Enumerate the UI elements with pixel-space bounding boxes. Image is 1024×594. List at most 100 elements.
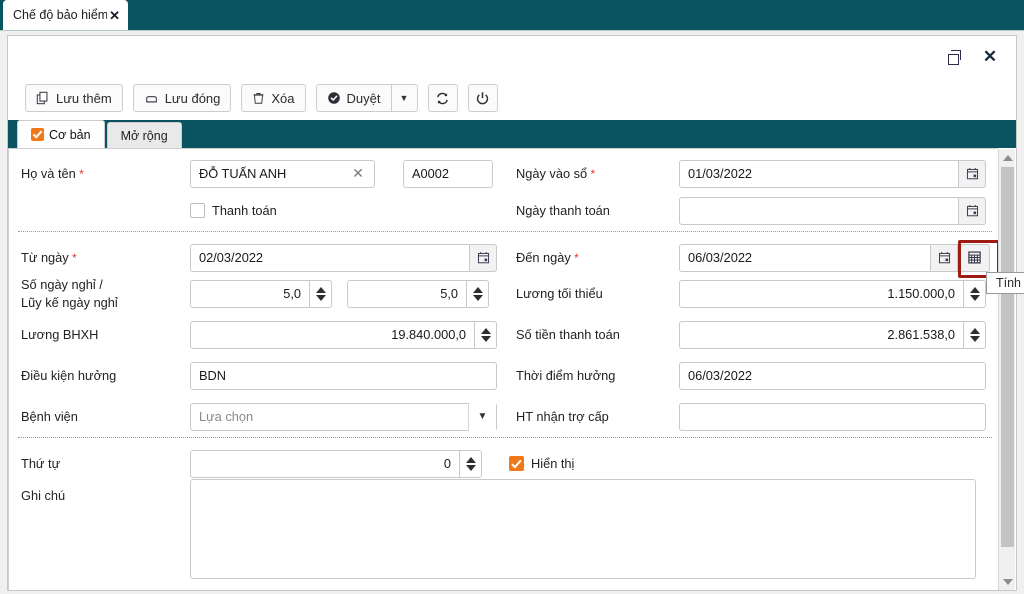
field-subsidy-form: HT nhận trợ cấp: [503, 396, 998, 437]
label-leave-days: Số ngày nghỉ / Lũy kế ngày nghỉ: [21, 277, 118, 310]
from-date-input[interactable]: 02/03/2022: [190, 243, 470, 272]
insurance-salary-stepper[interactable]: [475, 320, 497, 349]
refresh-button[interactable]: [427, 84, 458, 112]
stepper-up-icon: [969, 327, 980, 334]
order-stepper[interactable]: [460, 449, 482, 478]
row-note: Ghi chú: [8, 479, 998, 579]
clear-full-name-icon[interactable]: ✕: [345, 160, 371, 188]
label-full-name: Họ và tên *: [21, 165, 84, 181]
row-condition-benefittime: Điều kiện hưởng BDN Thời điểm hưởng 06/0…: [8, 355, 998, 396]
label-insurance-salary: Lương BHXH: [21, 326, 99, 342]
hospital-select[interactable]: Lựa chọn ▼: [190, 402, 497, 431]
restore-window-button[interactable]: [944, 46, 964, 66]
row-fromdate-todate: Từ ngày * 02/03/2022 Đến ngày * 06/03/20…: [8, 232, 998, 278]
benefit-time-input[interactable]: 06/03/2022: [679, 361, 986, 390]
document-tab-close-icon[interactable]: ✕: [107, 9, 122, 22]
leave-days-stepper[interactable]: [310, 279, 332, 308]
application-window: ✕ Lưu thêm Lưu đóng Xóa Duyệt ▼ Cơ bản M…: [0, 30, 1024, 594]
field-order: Thứ tự 0: [8, 443, 503, 484]
payment-date-input[interactable]: [679, 196, 959, 225]
tab-mo-rong-label: Mở rộng: [120, 128, 168, 143]
payment-date-calendar-button[interactable]: [959, 196, 986, 225]
scrollbar-thumb[interactable]: [1001, 167, 1014, 547]
field-leave-days: Số ngày nghỉ / Lũy kế ngày nghỉ 5,0 5,0: [8, 273, 503, 314]
calculate-tooltip: Tính: [986, 272, 1024, 294]
accumulated-leave-days-input[interactable]: 5,0: [347, 279, 467, 308]
row-order-display: Thứ tự 0 Hiển thị: [8, 438, 998, 479]
scroll-up-icon: [1002, 154, 1013, 161]
window-controls: ✕: [944, 36, 1016, 76]
form-vertical-scrollbar[interactable]: [998, 149, 1015, 590]
subsidy-form-input[interactable]: [679, 402, 986, 431]
form-panel: Họ và tên * ĐỖ TUẤN ANH ✕ A0002 Ngày vào…: [8, 148, 998, 590]
document-tab-title: Chế độ bảo hiểm: [13, 8, 108, 22]
required-marker: *: [75, 166, 84, 181]
stepper-down-icon: [472, 294, 483, 301]
row-name-entrydate: Họ và tên * ĐỖ TUẤN ANH ✕ A0002 Ngày vào…: [8, 149, 998, 190]
payment-checkbox[interactable]: Thanh toán: [190, 203, 277, 218]
delete-label: Xóa: [271, 90, 295, 106]
condition-input[interactable]: BDN: [190, 361, 497, 390]
payment-checkbox-label: Thanh toán: [212, 203, 277, 218]
close-icon: ✕: [982, 46, 998, 66]
insurance-salary-input[interactable]: 19.840.000,0: [190, 320, 475, 349]
field-full-name: Họ và tên * ĐỖ TUẤN ANH ✕ A0002: [8, 153, 503, 194]
form-group-dates: Từ ngày * 02/03/2022 Đến ngày * 06/03/20…: [8, 232, 998, 437]
delete-button[interactable]: Xóa: [241, 84, 306, 112]
entry-date-calendar-button[interactable]: [959, 159, 986, 188]
window-content: ✕ Lưu thêm Lưu đóng Xóa Duyệt ▼ Cơ bản M…: [7, 35, 1017, 591]
field-condition: Điều kiện hưởng BDN: [8, 355, 503, 396]
approve-dropdown-button[interactable]: ▼: [391, 84, 418, 112]
to-date-input[interactable]: 06/03/2022: [679, 243, 931, 272]
display-checkbox[interactable]: Hiển thị: [509, 456, 574, 471]
from-date-calendar-button[interactable]: [470, 243, 497, 272]
scroll-down-button[interactable]: [999, 573, 1016, 590]
save-and-add-button[interactable]: Lưu thêm: [25, 84, 123, 112]
calendar-icon: [966, 167, 979, 180]
label-payment-amount: Số tiền thanh toán: [516, 326, 620, 342]
save-and-add-label: Lưu thêm: [56, 90, 112, 106]
scroll-down-icon: [1002, 578, 1013, 585]
approve-button[interactable]: Duyệt: [315, 84, 392, 112]
min-salary-input[interactable]: 1.150.000,0: [679, 279, 964, 308]
note-textarea[interactable]: [190, 479, 976, 579]
stepper-down-icon: [480, 335, 491, 342]
order-input[interactable]: 0: [190, 449, 460, 478]
display-checkbox-box: [509, 456, 524, 471]
min-salary-stepper[interactable]: [964, 279, 986, 308]
approve-label: Duyệt: [346, 90, 381, 106]
stepper-up-icon: [969, 286, 980, 293]
document-tab-che-do-bao-hiem[interactable]: Chế độ bảo hiểm ✕: [3, 0, 128, 30]
employee-code-input[interactable]: A0002: [403, 159, 493, 188]
save-and-close-button[interactable]: Lưu đóng: [132, 84, 232, 112]
power-button[interactable]: [467, 84, 498, 112]
payment-checkbox-box: [190, 203, 205, 218]
label-payment-date: Ngày thanh toán: [516, 202, 610, 218]
entry-date-input[interactable]: 01/03/2022: [679, 159, 959, 188]
scroll-up-button[interactable]: [999, 149, 1016, 166]
to-date-calendar-button[interactable]: [931, 243, 958, 272]
close-window-button[interactable]: ✕: [980, 46, 1000, 66]
field-benefit-time: Thời điểm hưởng 06/03/2022: [503, 355, 998, 396]
form-group-misc: Thứ tự 0 Hiển thị Ghi chú: [8, 438, 998, 579]
required-marker: *: [68, 250, 77, 265]
tab-mo-rong[interactable]: Mở rộng: [106, 122, 182, 148]
calculate-button[interactable]: [958, 243, 990, 272]
leave-days-input[interactable]: 5,0: [190, 279, 310, 308]
payment-amount-input[interactable]: 2.861.538,0: [679, 320, 964, 349]
payment-amount-stepper[interactable]: [964, 320, 986, 349]
label-to-date: Đến ngày *: [516, 249, 579, 265]
label-hospital: Bệnh viện: [21, 408, 78, 424]
approve-split-button: Duyệt ▼: [315, 84, 418, 112]
tab-co-ban-label: Cơ bản: [49, 127, 91, 142]
label-condition: Điều kiện hưởng: [21, 367, 117, 383]
chevron-down-icon[interactable]: ▼: [468, 402, 496, 431]
calendar-icon: [477, 251, 490, 264]
stepper-up-icon: [315, 286, 326, 293]
tab-co-ban[interactable]: Cơ bản: [17, 120, 105, 148]
row-insurancesalary-paymentamount: Lương BHXH 19.840.000,0 Số tiền thanh to…: [8, 314, 998, 355]
accumulated-leave-days-stepper[interactable]: [467, 279, 489, 308]
row-payment-checkbox-paymentdate: Thanh toán Ngày thanh toán: [8, 190, 998, 231]
stepper-up-icon: [472, 286, 483, 293]
label-from-date: Từ ngày *: [21, 249, 77, 265]
